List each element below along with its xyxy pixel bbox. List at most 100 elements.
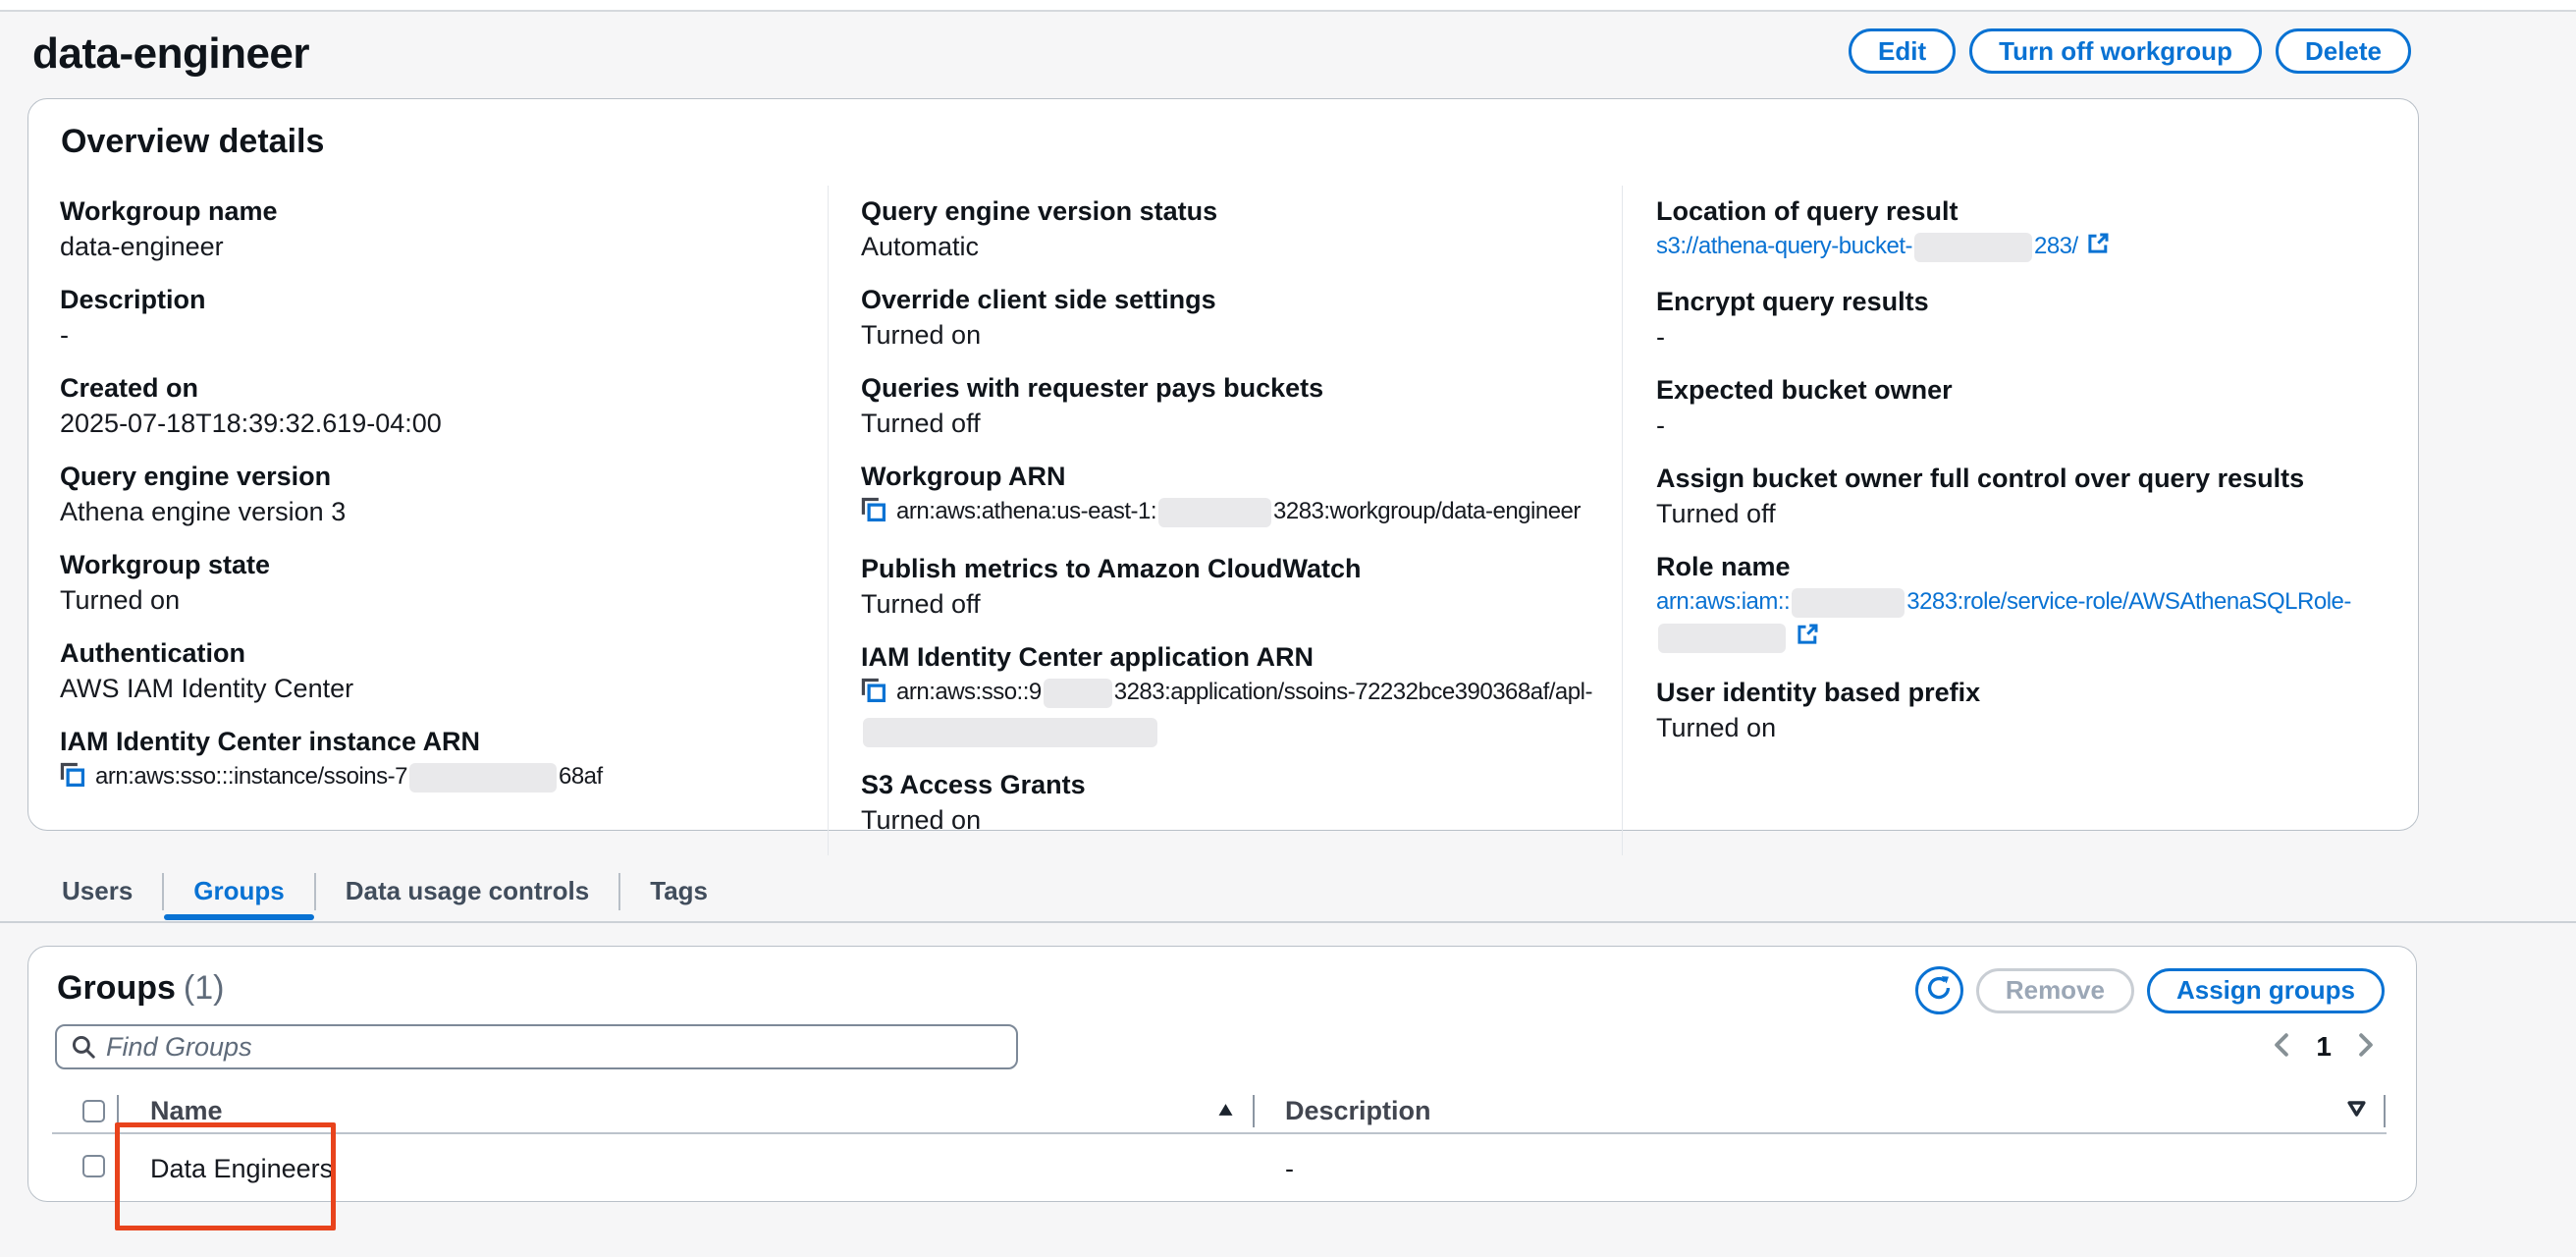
field-label: Workgroup ARN <box>861 459 1583 494</box>
overview-field: Encrypt query results- <box>1656 284 2379 355</box>
overview-field: Location of query results3://athena-quer… <box>1656 193 2379 266</box>
description-column-header[interactable]: Description <box>1285 1089 1431 1132</box>
group-name-cell: Data Engineers <box>150 1139 333 1198</box>
value-text: arn:aws:sso::9 <box>896 679 1042 705</box>
field-value: arn:aws:athena:us-east-1:3283:workgroup/… <box>861 494 1583 533</box>
find-groups-search[interactable] <box>55 1024 1018 1069</box>
current-page[interactable]: 1 <box>2316 1031 2332 1063</box>
remove-button[interactable]: Remove <box>1976 968 2134 1013</box>
value-text: AWS IAM Identity Center <box>60 674 353 703</box>
value-text: Automatic <box>861 232 979 261</box>
field-label: Role name <box>1656 549 2379 584</box>
groups-count: (1) <box>184 969 225 1007</box>
redacted-text <box>1658 624 1786 653</box>
chevron-left-icon <box>2271 1032 2292 1063</box>
redacted-text <box>1158 498 1271 527</box>
overview-title: Overview details <box>61 123 324 161</box>
value-text: arn:aws:iam:: <box>1656 588 1790 615</box>
overview-field: Workgroup stateTurned on <box>60 547 788 618</box>
tab-tags[interactable]: Tags <box>620 868 737 914</box>
value-text: Turned on <box>60 585 180 615</box>
delete-button[interactable]: Delete <box>2276 28 2411 74</box>
overview-field: Assign bucket owner full control over qu… <box>1656 461 2379 531</box>
field-label: Authentication <box>60 635 788 671</box>
groups-panel: Groups(1) Remove Assign groups <box>27 946 2417 1202</box>
value-text: 68af <box>559 763 603 790</box>
field-value: 2025-07-18T18:39:32.619-04:00 <box>60 406 788 441</box>
search-input[interactable] <box>106 1032 1002 1063</box>
sort-descending-icon[interactable] <box>2347 1101 2366 1121</box>
field-label: User identity based prefix <box>1656 675 2379 710</box>
copy-icon[interactable] <box>60 762 85 798</box>
overview-field: User identity based prefix Turned on <box>1656 675 2379 745</box>
field-label: Encrypt query results <box>1656 284 2379 319</box>
copy-icon[interactable] <box>861 497 886 533</box>
redacted-text <box>1792 588 1905 618</box>
field-value-link[interactable]: arn:aws:iam::3283:role/service-role/AWSA… <box>1656 584 2379 657</box>
name-column-header[interactable]: Name <box>150 1089 223 1132</box>
column-divider[interactable] <box>1253 1095 1255 1127</box>
copy-icon[interactable] <box>861 678 886 714</box>
value-text: Turned on <box>1656 713 1776 742</box>
field-value: Turned on <box>861 317 1583 353</box>
overview-field: IAM Identity Center instance ARNarn:aws:… <box>60 724 788 798</box>
tab-strip-divider <box>0 921 2576 923</box>
value-text: Turned on <box>861 805 981 835</box>
sort-ascending-icon[interactable] <box>1217 1103 1234 1121</box>
turn-off-workgroup-button[interactable]: Turn off workgroup <box>1969 28 2262 74</box>
select-all-checkbox[interactable] <box>82 1100 105 1122</box>
row-checkbox[interactable] <box>82 1155 105 1177</box>
value-text: Turned on <box>861 320 981 350</box>
redacted-text <box>1914 233 2032 262</box>
field-value-link[interactable]: s3://athena-query-bucket-283/ <box>1656 229 2379 266</box>
value-text: data-engineer <box>60 232 224 261</box>
field-label: Location of query result <box>1656 193 2379 229</box>
refresh-button[interactable] <box>1915 966 1963 1014</box>
field-label: IAM Identity Center instance ARN <box>60 724 788 759</box>
field-value: - <box>1656 408 2379 443</box>
groups-panel-actions: Remove Assign groups <box>1915 966 2385 1014</box>
value-text: Athena engine version 3 <box>60 497 346 526</box>
value-text: 2025-07-18T18:39:32.619-04:00 <box>60 409 442 438</box>
overview-field: Workgroup ARNarn:aws:athena:us-east-1:32… <box>861 459 1583 533</box>
field-value: data-engineer <box>60 229 788 264</box>
overview-field: S3 Access GrantsTurned on <box>861 767 1583 838</box>
value-text: s3://athena-query-bucket- <box>1656 233 1912 259</box>
edit-button[interactable]: Edit <box>1849 28 1956 74</box>
assign-groups-button[interactable]: Assign groups <box>2147 968 2385 1013</box>
tab-groups[interactable]: Groups <box>164 868 313 914</box>
field-value: Turned off <box>1656 496 2379 531</box>
column-divider[interactable] <box>2384 1095 2386 1127</box>
search-icon <box>71 1034 96 1060</box>
external-link-icon <box>1796 622 1819 657</box>
overview-field: IAM Identity Center application ARNarn:a… <box>861 639 1583 749</box>
overview-field: Expected bucket owner- <box>1656 372 2379 443</box>
overview-details-card: Overview details Workgroup namedata-engi… <box>27 98 2419 831</box>
chevron-right-icon <box>2355 1032 2377 1063</box>
overview-field: Workgroup namedata-engineer <box>60 193 788 264</box>
overview-field: Publish metrics to Amazon CloudWatchTurn… <box>861 551 1583 622</box>
value-text: 3283:workgroup/data-engineer <box>1273 498 1581 524</box>
groups-panel-title: Groups(1) <box>57 967 224 1009</box>
value-text: arn:aws:sso:::instance/ssoins-7 <box>95 763 407 790</box>
field-label: Publish metrics to Amazon CloudWatch <box>861 551 1583 586</box>
overview-field: Description- <box>60 282 788 353</box>
page-title: data-engineer <box>32 29 309 79</box>
pagination: 1 <box>2271 1031 2377 1063</box>
field-value: arn:aws:sso:::instance/ssoins-7 68af <box>60 759 788 798</box>
field-value: arn:aws:sso::93283:application/ssoins-72… <box>861 675 1583 749</box>
groups-table-header: Name Description <box>28 1089 2388 1134</box>
previous-page-button[interactable] <box>2271 1032 2292 1063</box>
redacted-text <box>1044 679 1112 708</box>
external-link-icon <box>2086 231 2110 266</box>
field-label: Workgroup state <box>60 547 788 582</box>
field-value: Turned on <box>1656 710 2379 745</box>
tab-data-usage-controls[interactable]: Data usage controls <box>316 868 619 914</box>
field-label: Query engine version <box>60 459 788 494</box>
top-divider <box>0 10 2576 12</box>
field-label: Expected bucket owner <box>1656 372 2379 408</box>
next-page-button[interactable] <box>2355 1032 2377 1063</box>
field-value: Turned off <box>861 406 1583 441</box>
tab-users[interactable]: Users <box>32 868 162 914</box>
overview-column-3: Location of query results3://athena-quer… <box>1622 186 2418 855</box>
